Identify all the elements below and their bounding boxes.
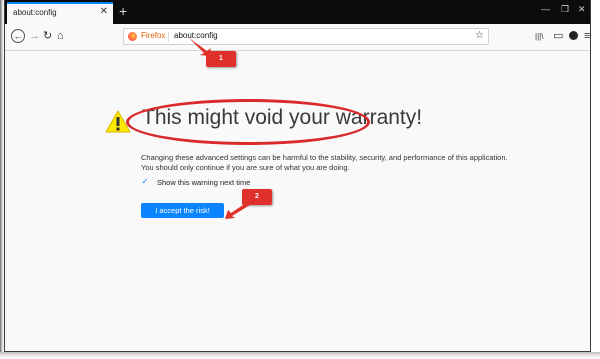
restore-button[interactable]: ❐ (561, 4, 569, 15)
identity-label: Firefox (141, 31, 166, 40)
home-button[interactable]: ⌂ (57, 30, 64, 42)
show-warning-label[interactable]: Show this warning next time (157, 178, 250, 187)
warning-description: Changing these advanced settings can be … (141, 153, 508, 172)
annotation-arrow-1 (189, 38, 211, 56)
window-close-button[interactable]: ✕ (578, 4, 586, 15)
firefox-logo-icon (128, 32, 137, 41)
tab-strip: about:config ✕ + — ❐ ✕ (5, 0, 590, 24)
window-shadow-bottom (0, 352, 600, 359)
back-button[interactable]: ← (11, 29, 25, 43)
navigation-toolbar: ← → ↻ ⌂ Firefox about:config ☆ |||\ ▭ ≡ (5, 24, 590, 51)
close-icon[interactable]: ✕ (100, 6, 108, 17)
bookmark-star-icon[interactable]: ☆ (475, 30, 484, 41)
minimize-button[interactable]: — (541, 4, 550, 14)
url-bar[interactable]: Firefox about:config ☆ (123, 28, 489, 45)
account-icon[interactable] (569, 31, 578, 40)
forward-button[interactable]: → (29, 30, 40, 42)
accept-risk-button[interactable]: I accept the risk! (141, 203, 224, 218)
url-divider (168, 32, 169, 42)
library-icon[interactable]: |||\ (535, 31, 543, 43)
annotation-arrow-2 (225, 201, 250, 219)
browser-window: about:config ✕ + — ❐ ✕ ← → ↻ ⌂ Firefox a… (4, 0, 591, 352)
page-content (5, 51, 590, 351)
show-warning-checkbox[interactable]: ✓ (141, 178, 149, 186)
reload-button[interactable]: ↻ (43, 30, 52, 42)
sidebar-icon[interactable]: ▭ (553, 30, 563, 42)
annotation-highlight-oval (126, 99, 370, 145)
tab-about-config[interactable]: about:config ✕ (7, 2, 113, 24)
new-tab-button[interactable]: + (119, 2, 127, 20)
menu-icon[interactable]: ≡ (584, 30, 590, 42)
tab-title: about:config (13, 8, 57, 17)
